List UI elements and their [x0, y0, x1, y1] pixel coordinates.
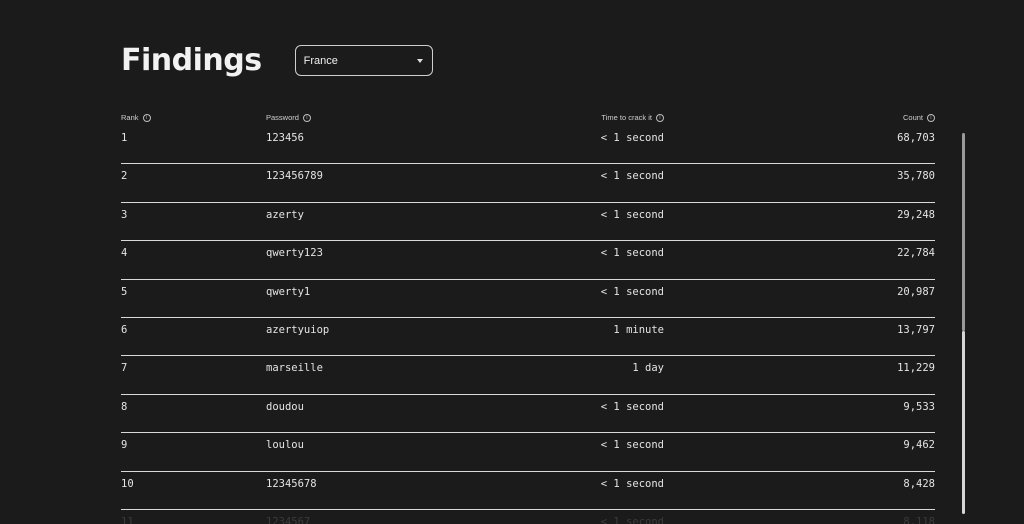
scrollbar-track-upper [962, 133, 965, 331]
chevron-down-icon [416, 58, 423, 63]
column-header-count-label: Count [902, 113, 923, 122]
scrollbar-thumb[interactable] [962, 331, 965, 514]
cell-password: marseille [266, 362, 323, 375]
cell-time: < 1 second [600, 439, 664, 452]
column-header-password: Password i [266, 113, 311, 122]
cell-time: < 1 second [600, 170, 664, 183]
cell-count: 11,229 [897, 362, 935, 375]
cell-count: 22,784 [897, 247, 935, 260]
cell-time: < 1 second [600, 247, 664, 260]
cell-rank: 4 [121, 247, 128, 260]
cell-time: < 1 second [600, 515, 664, 524]
table-row: 9 loulou < 1 second 9,462 [121, 433, 935, 472]
cell-rank: 2 [121, 170, 128, 183]
table-row: 8 doudou < 1 second 9,533 [121, 395, 935, 434]
cell-count: 8,118 [903, 515, 935, 524]
cell-time: < 1 second [600, 477, 664, 490]
table-row: 4 qwerty123 < 1 second 22,784 [121, 241, 935, 280]
cell-time: 1 minute [613, 323, 664, 336]
cell-rank: 1 [121, 132, 128, 144]
cell-time: < 1 second [600, 132, 664, 144]
table-row: 2 123456789 < 1 second 35,780 [121, 164, 935, 203]
cell-count: 20,987 [897, 285, 935, 298]
cell-rank: 11 [121, 515, 134, 524]
cell-count: 9,533 [903, 400, 935, 413]
info-icon[interactable]: i [927, 113, 935, 122]
table-row: 10 12345678 < 1 second 8,428 [121, 472, 935, 510]
cell-count: 35,780 [897, 170, 935, 183]
cell-password: loulou [266, 439, 304, 452]
column-header-count: Count i [903, 113, 935, 122]
table-row: 7 marseille 1 day 11,229 [121, 356, 935, 395]
cell-count: 68,703 [897, 132, 935, 144]
info-icon[interactable]: i [142, 113, 151, 122]
cell-time: < 1 second [600, 400, 664, 413]
findings-page: Findings France Rank i Password i Time t… [0, 0, 1024, 524]
country-select-value: France [303, 54, 338, 67]
cell-rank: 10 [121, 477, 134, 490]
cell-password: azerty [266, 208, 304, 221]
country-select[interactable]: France [294, 45, 433, 76]
table-body: 1 123456 < 1 second 68,703 2 123456789 <… [121, 126, 935, 524]
cell-password: doudou [266, 400, 304, 413]
cell-password: 1234567 [266, 515, 311, 524]
cell-time: < 1 second [600, 208, 664, 221]
column-header-rank: Rank i [121, 113, 151, 122]
table-row: 5 qwerty1 < 1 second 20,987 [121, 280, 935, 318]
info-icon[interactable]: i [302, 113, 311, 122]
cell-time: < 1 second [600, 285, 664, 298]
cell-count: 29,248 [897, 208, 935, 221]
findings-header: Findings France [121, 43, 433, 78]
cell-password: 12345678 [266, 477, 317, 490]
cell-password: qwerty1 [266, 285, 311, 298]
cell-rank: 8 [121, 400, 128, 413]
table-scrollbar[interactable] [962, 133, 965, 514]
column-header-password-label: Password [266, 113, 299, 122]
column-header-time: Time to crack it i [601, 113, 664, 122]
page-title: Findings [121, 43, 262, 78]
cell-count: 9,462 [903, 439, 935, 452]
cell-password: qwerty123 [266, 247, 323, 260]
column-header-time-label: Time to crack it [601, 113, 652, 122]
info-icon[interactable]: i [656, 113, 664, 122]
cell-count: 13,797 [897, 323, 935, 336]
cell-password: azertyuiop [266, 323, 330, 336]
table-header: Rank i Password i Time to crack it i Cou… [121, 113, 935, 125]
table-row: 3 azerty < 1 second 29,248 [121, 203, 935, 242]
cell-rank: 9 [121, 439, 128, 452]
column-header-rank-label: Rank [121, 113, 139, 122]
cell-rank: 5 [121, 285, 128, 298]
cell-password: 123456 [266, 132, 304, 144]
cell-count: 8,428 [903, 477, 935, 490]
table-row: 11 1234567 < 1 second 8,118 [121, 510, 935, 524]
cell-rank: 3 [121, 208, 128, 221]
cell-password: 123456789 [266, 170, 323, 183]
table-row: 6 azertyuiop 1 minute 13,797 [121, 318, 935, 357]
cell-rank: 6 [121, 323, 128, 336]
cell-time: 1 day [632, 362, 664, 375]
cell-rank: 7 [121, 362, 128, 375]
table-row: 1 123456 < 1 second 68,703 [121, 126, 935, 165]
